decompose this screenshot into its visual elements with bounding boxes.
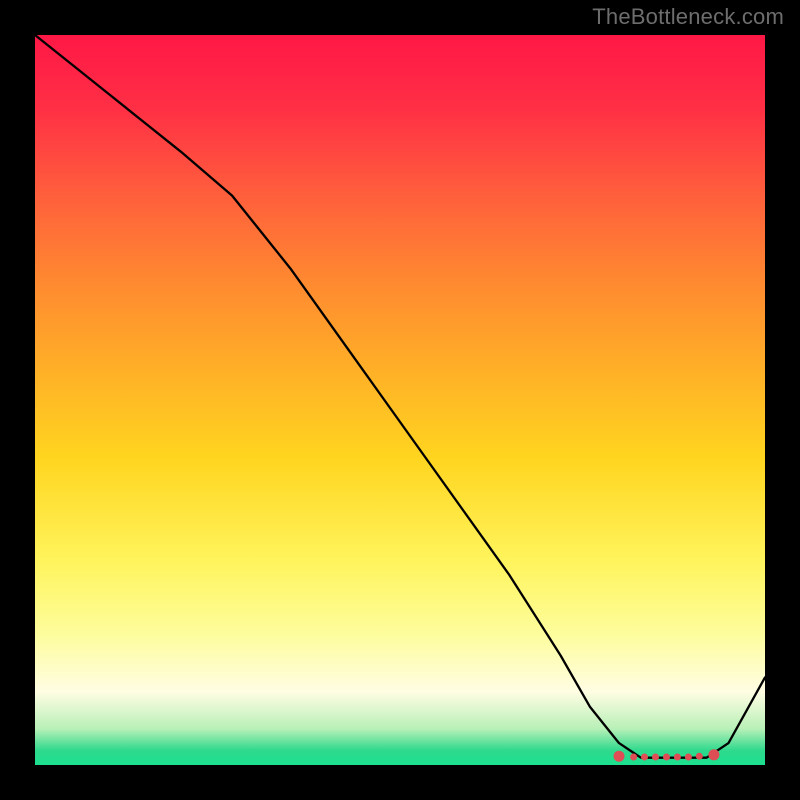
sweet-spot-dot — [685, 754, 691, 760]
plot-area — [35, 35, 765, 765]
watermark-label: TheBottleneck.com — [592, 4, 784, 30]
chart-frame: TheBottleneck.com — [0, 0, 800, 800]
sweet-spot-dot — [709, 750, 719, 760]
sweet-spot-dot — [653, 754, 659, 760]
sweet-spot-dot — [614, 751, 624, 761]
sweet-spot-dot — [631, 754, 637, 760]
sweet-spot-dot — [674, 754, 680, 760]
sweet-spot-dot — [664, 754, 670, 760]
chart-svg — [35, 35, 765, 765]
bottleneck-curve — [35, 35, 765, 758]
sweet-spot-dot — [696, 753, 702, 759]
sweet-spot-dot — [642, 754, 648, 760]
